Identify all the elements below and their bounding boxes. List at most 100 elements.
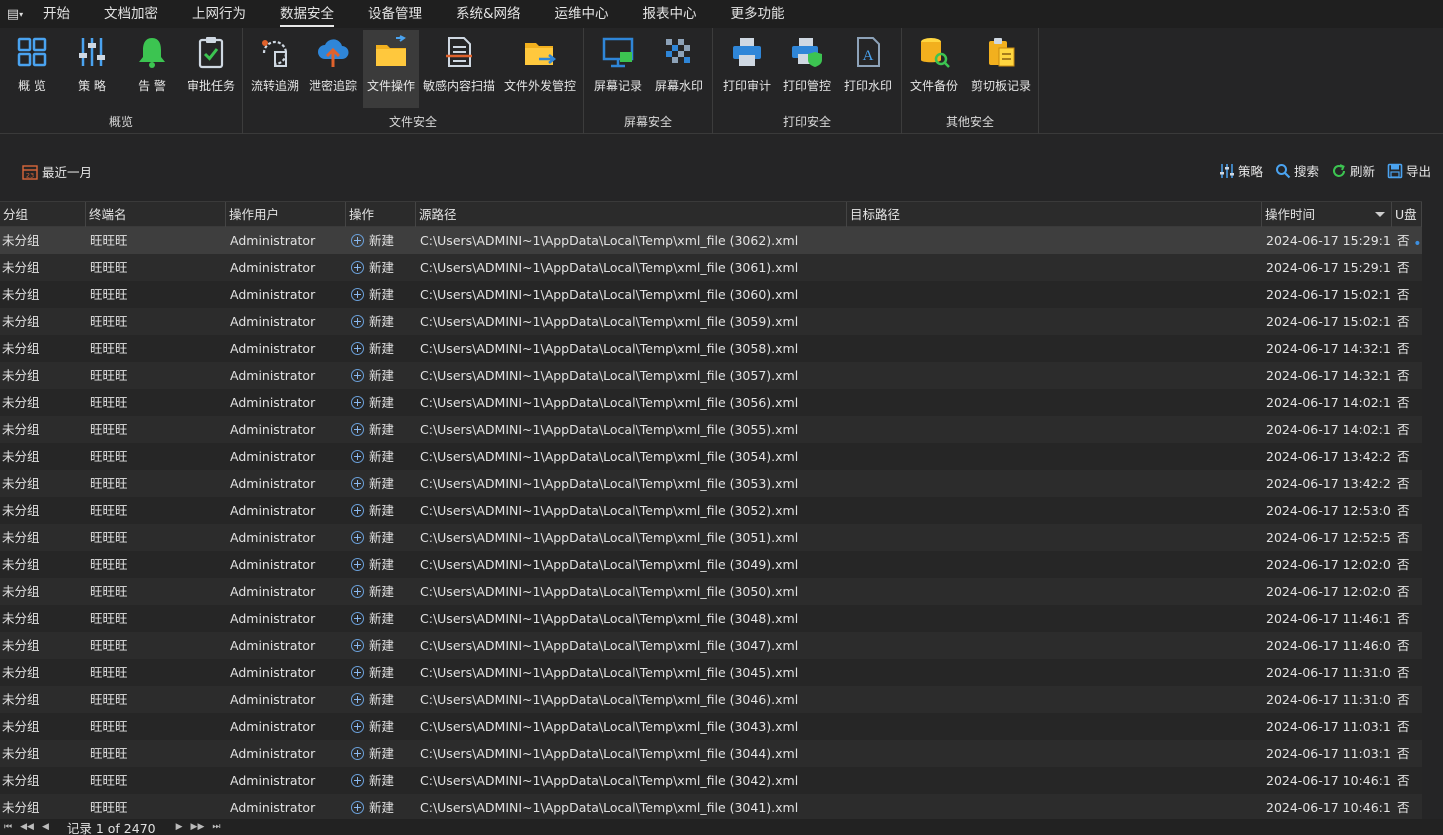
- clipboard-record-button[interactable]: 剪切板记录: [966, 30, 1036, 108]
- vertical-scrollbar[interactable]: [1422, 201, 1443, 819]
- screen-record-button[interactable]: 屏幕记录: [590, 30, 646, 108]
- file-backup-button[interactable]: 文件备份: [906, 30, 962, 108]
- cell-source-path: C:\Users\ADMINI~1\AppData\Local\Temp\xml…: [420, 692, 799, 707]
- alert-button[interactable]: 告 警: [124, 30, 180, 108]
- sort-descending-icon[interactable]: [1375, 212, 1385, 217]
- table-row[interactable]: 未分组 旺旺旺 Administrator 新建 C:\Users\ADMINI~1\A…: [0, 632, 1443, 659]
- flow-trace-button[interactable]: 流转追溯: [248, 30, 302, 108]
- table-row[interactable]: 未分组 旺旺旺 Administrator 新建 C:\Users\ADMINI~1\A…: [0, 713, 1443, 740]
- refresh-button[interactable]: 刷新: [1331, 161, 1375, 180]
- table-row[interactable]: 未分组 旺旺旺 Administrator 新建 C:\Users\ADMINI~1\A…: [0, 767, 1443, 794]
- table-row[interactable]: 未分组 旺旺旺 Administrator 新建 C:\Users\ADMINI~1\A…: [0, 524, 1443, 551]
- tab-ops-center[interactable]: 运维中心: [542, 0, 622, 28]
- table-row[interactable]: 未分组 旺旺旺 Administrator 新建 C:\Users\ADMINI~1\A…: [0, 443, 1443, 470]
- tab-system-network[interactable]: 系统&网络: [443, 0, 534, 28]
- tab-web-behavior[interactable]: 上网行为: [179, 0, 259, 28]
- tab-start[interactable]: 开始: [30, 0, 83, 28]
- toolbar-actions: 策略 搜索 刷新 导出: [1207, 161, 1431, 180]
- table-row[interactable]: 未分组 旺旺旺 Administrator 新建 C:\Users\ADMINI~1\A…: [0, 362, 1443, 389]
- column-header-user[interactable]: 操作用户: [226, 202, 346, 227]
- table-row[interactable]: 未分组 旺旺旺 Administrator 新建 C:\Users\ADMINI~1\A…: [0, 281, 1443, 308]
- cell-terminal: 旺旺旺: [90, 800, 128, 815]
- table-row[interactable]: 未分组 旺旺旺 Administrator 新建 C:\Users\ADMINI~1\A…: [0, 578, 1443, 605]
- column-header-source-path[interactable]: 源路径: [416, 202, 847, 227]
- add-circle-icon: [351, 288, 364, 301]
- last-page-icon[interactable]: ⏭: [212, 822, 220, 832]
- table-row[interactable]: 未分组 旺旺旺 Administrator 新建 C:\Users\ADMINI~1\A…: [0, 794, 1443, 819]
- file-outbound-control-button[interactable]: 文件外发管控: [500, 30, 580, 108]
- table-row[interactable]: 未分组 旺旺旺 Administrator 新建 C:\Users\ADMINI~1\A…: [0, 470, 1443, 497]
- next-page-icon[interactable]: ▶: [176, 822, 183, 832]
- cell-operation: 新建: [351, 767, 413, 794]
- print-audit-button[interactable]: 打印审计: [719, 30, 775, 108]
- tab-data-security[interactable]: 数据安全: [267, 0, 347, 28]
- table-row[interactable]: 未分组 旺旺旺 Administrator 新建 C:\Users\ADMINI~1\A…: [0, 740, 1443, 767]
- column-header-usb[interactable]: U盘: [1392, 202, 1422, 227]
- tab-report-center[interactable]: 报表中心: [630, 0, 710, 28]
- tab-doc-encryption[interactable]: 文档加密: [91, 0, 171, 28]
- table-row[interactable]: 未分组 旺旺旺 Administrator 新建 C:\Users\ADMINI~1\A…: [0, 686, 1443, 713]
- cell-user: Administrator: [230, 746, 316, 761]
- first-page-icon[interactable]: ⏮: [4, 822, 12, 832]
- cell-group: 未分组: [2, 314, 40, 329]
- watermark-checker-icon: [666, 39, 690, 63]
- cell-operation-time: 2024-06-17 11:31:03: [1266, 692, 1390, 707]
- cell-terminal: 旺旺旺: [90, 449, 128, 464]
- approval-tasks-button[interactable]: 审批任务: [182, 30, 240, 108]
- column-header-terminal[interactable]: 终端名: [86, 202, 226, 227]
- table-row[interactable]: 未分组 旺旺旺 Administrator 新建 C:\Users\ADMINI~1\A…: [0, 254, 1443, 281]
- table-row[interactable]: 未分组 旺旺旺 Administrator 新建 C:\Users\ADMINI~1\A…: [0, 389, 1443, 416]
- leak-tracking-button[interactable]: 泄密追踪: [305, 30, 361, 108]
- table-row[interactable]: 未分组 旺旺旺 Administrator 新建 C:\Users\ADMINI~1\A…: [0, 416, 1443, 443]
- table-row[interactable]: 未分组 旺旺旺 Administrator 新建 C:\Users\ADMINI~1\A…: [0, 551, 1443, 578]
- column-header-operation-time[interactable]: 操作时间: [1262, 202, 1392, 227]
- sensitive-scan-button[interactable]: 敏感内容扫描: [421, 30, 497, 108]
- next-page-fast-icon[interactable]: ▶▶: [191, 822, 205, 832]
- column-header-operation[interactable]: 操作: [346, 202, 416, 227]
- file-operation-button[interactable]: 文件操作: [363, 30, 419, 108]
- add-circle-icon: [351, 504, 364, 517]
- table-row[interactable]: 未分组 旺旺旺 Administrator 新建 C:\Users\ADMINI~1\A…: [0, 308, 1443, 335]
- column-header-group[interactable]: 分组: [0, 202, 86, 227]
- tab-device-management[interactable]: 设备管理: [355, 0, 435, 28]
- date-range-selector[interactable]: 23 最近一月: [22, 162, 92, 181]
- overview-button[interactable]: 概 览: [4, 30, 60, 108]
- screen-watermark-button[interactable]: 屏幕水印: [650, 30, 708, 108]
- cell-group: 未分组: [2, 557, 40, 572]
- operation-label: 新建: [369, 503, 395, 518]
- policy-button[interactable]: 策略: [1219, 161, 1263, 180]
- cell-terminal: 旺旺旺: [90, 395, 128, 410]
- table-row[interactable]: 未分组 旺旺旺 Administrator 新建 C:\Users\ADMINI~1\A…: [0, 659, 1443, 686]
- export-button[interactable]: 导出: [1387, 161, 1431, 180]
- policy-ribbon-button[interactable]: 策 略: [64, 30, 120, 108]
- ribbon-group-file-security: 流转追溯 泄密追踪 文件操作 敏感内容扫描 文件外发管控 文件安全: [243, 28, 584, 134]
- ribbon-group-print-security: 打印审计 打印管控 A 打印水印 打印安全: [713, 28, 902, 134]
- add-circle-icon: [351, 369, 364, 382]
- column-header-target-path[interactable]: 目标路径: [847, 202, 1262, 227]
- cell-user: Administrator: [230, 584, 316, 599]
- operation-label: 新建: [369, 773, 395, 788]
- cell-user: Administrator: [230, 611, 316, 626]
- tab-more-functions[interactable]: 更多功能: [718, 0, 798, 28]
- table-row[interactable]: 未分组 旺旺旺 Administrator 新建 C:\Users\ADMINI~1\A…: [0, 605, 1443, 632]
- search-button[interactable]: 搜索: [1275, 161, 1319, 180]
- prev-page-icon[interactable]: ◀: [42, 822, 49, 832]
- cell-user: Administrator: [230, 638, 316, 653]
- cell-user: Administrator: [230, 557, 316, 572]
- screen-watermark-label: 屏幕水印: [654, 79, 703, 93]
- table-row[interactable]: 未分组 旺旺旺 Administrator 新建 C:\Users\ADMINI~1\A…: [0, 335, 1443, 362]
- cell-operation: 新建: [351, 497, 413, 524]
- print-watermark-button[interactable]: A 打印水印: [839, 30, 897, 108]
- add-circle-icon: [351, 801, 364, 814]
- print-control-button[interactable]: 打印管控: [779, 30, 835, 108]
- prev-page-fast-icon[interactable]: ◀◀: [20, 822, 34, 832]
- ribbon-group-overview: 概 览 策 略 告 警 审批任务 概览: [0, 28, 243, 134]
- app-menu-icon[interactable]: ▤ ▾: [0, 0, 30, 28]
- clipboard-check-icon: [198, 37, 224, 69]
- table-row[interactable]: 未分组 旺旺旺 Administrator 新建 C:\Users\ADMINI~1\A…: [0, 497, 1443, 524]
- file-operation-label: 文件操作: [366, 79, 415, 93]
- cell-terminal: 旺旺旺: [90, 530, 128, 545]
- cell-terminal: 旺旺旺: [90, 584, 128, 599]
- table-row[interactable]: 未分组 旺旺旺 Administrator 新建 C:\Users\ADMINI~1\A…: [0, 227, 1443, 254]
- cell-source-path: C:\Users\ADMINI~1\AppData\Local\Temp\xml…: [420, 287, 799, 302]
